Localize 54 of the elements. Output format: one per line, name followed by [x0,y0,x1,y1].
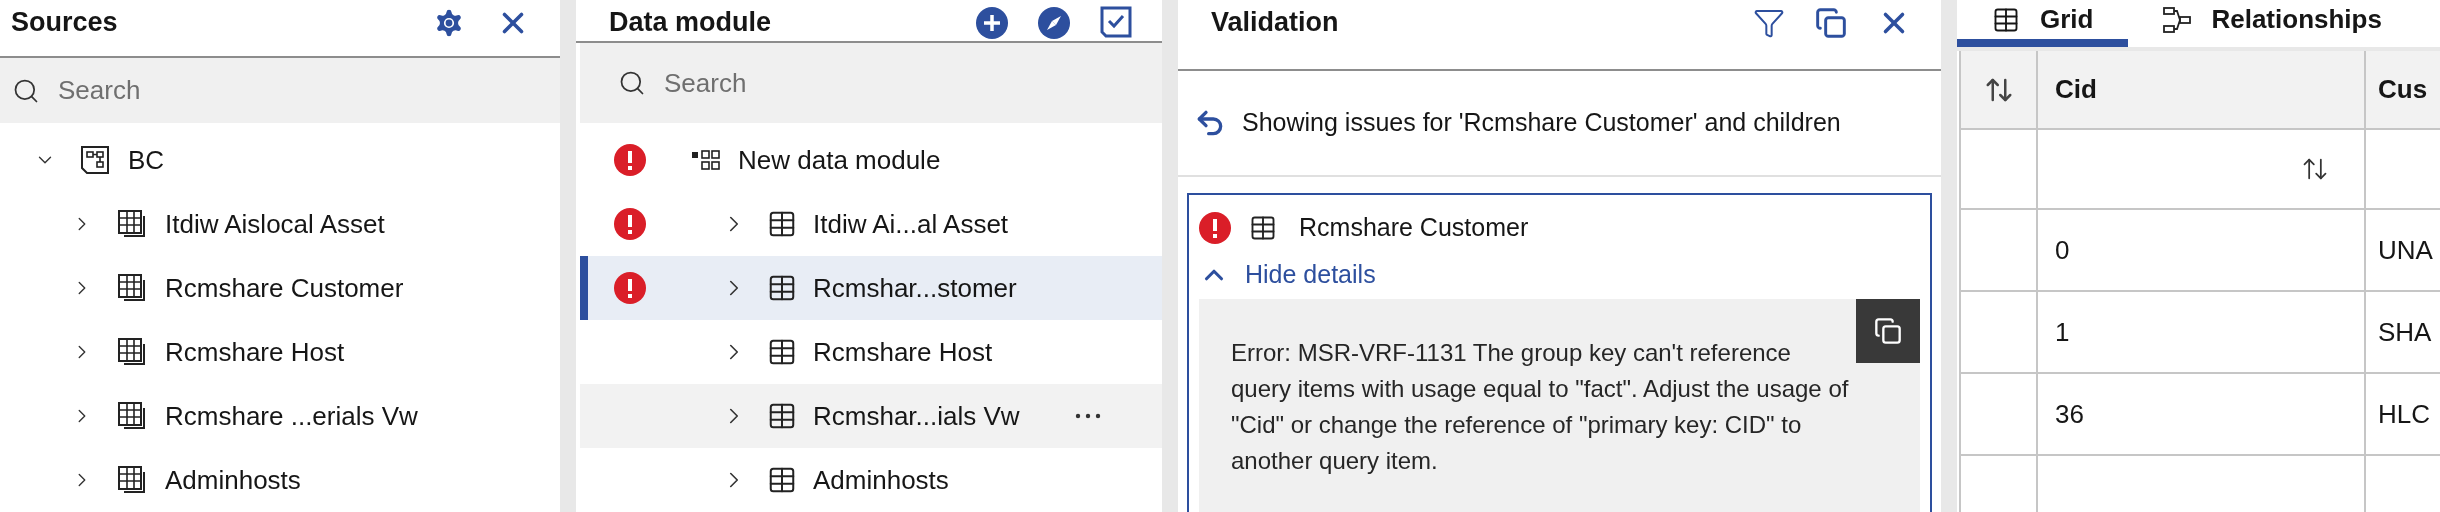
tree-item-label[interactable]: Adminhosts [165,460,301,500]
tree-item-label[interactable]: Rcmshare Host [165,332,345,372]
copy-icon[interactable] [1815,7,1847,39]
table-icon [767,465,797,495]
tree-item-label[interactable]: New data module [738,140,941,180]
tree-item-label[interactable]: Rcmshar...stomer [813,268,1017,308]
relationship-icon [2163,5,2192,34]
hide-details-link[interactable]: Hide details [1199,255,1376,295]
tree-row[interactable]: Rcmshar...ials Vw [580,384,1162,448]
table-icon [767,273,797,303]
filter-icon[interactable] [1753,7,1785,39]
table-cell-text: 0 [2055,233,2070,267]
tree-item-label[interactable]: Itdiw Ai...al Asset [813,204,1009,244]
tree-item-label[interactable]: BC [128,140,165,180]
table-icon [767,337,797,367]
copy-button[interactable] [1856,299,1920,363]
tree-item-label[interactable]: Rcmshare Host [813,332,993,372]
tree-item-label[interactable]: Rcmshare ...erials Vw [165,396,418,436]
table-icon [1249,214,1277,242]
table-icon [117,337,147,367]
table-cell-text: UNA [2378,233,2433,267]
search-field[interactable]: Search [580,43,1162,123]
search-icon [618,69,646,97]
table-icon [117,273,147,303]
panel-title: Data module [609,6,772,39]
copy-icon [1874,317,1902,345]
tree-item-label[interactable]: Itdiw Aislocal Asset [165,204,385,244]
issue-title: Rcmshare Customer [1299,212,1529,244]
table-cell-text: HLC [2378,397,2430,431]
more-icon[interactable] [1075,413,1101,419]
table-icon [117,209,147,239]
checklist-icon[interactable] [1100,6,1132,40]
module-icon [692,149,720,171]
panel-title: Sources [11,6,118,39]
table-cell-text: 1 [2055,315,2070,349]
tree-row[interactable]: Rcmshar...stomer [580,256,1162,320]
tab[interactable]: Relationships [2128,0,2417,47]
tree-item-label[interactable]: Rcmshar...ials Vw [813,396,1020,436]
table-cell-text: 36 [2055,397,2084,431]
module-icon [80,145,110,175]
search-field[interactable]: Search [0,58,560,123]
tree-item-label[interactable]: Rcmshare Customer [165,268,404,308]
table-icon [767,209,797,239]
compass-icon[interactable] [1038,7,1070,39]
panel-title: Validation [1211,6,1339,39]
column-header[interactable]: Cid [2055,70,2097,109]
table-cell-text: SHA [2378,315,2432,349]
tree-item-label[interactable]: Adminhosts [813,460,949,500]
add-icon[interactable] [976,7,1008,39]
table-icon [117,401,147,431]
table-icon [767,401,797,431]
scope-note: Showing issues for 'Rcmshare Customer' and children [1242,107,1841,139]
table-icon [117,465,147,495]
error-message: Error: MSR-VRF-1131 The group key can't reference query items with usage equal to "fact". Adjust the usage of "Cid" or change the reference of "primary key: CID" to another query item. [1231,338,1850,476]
